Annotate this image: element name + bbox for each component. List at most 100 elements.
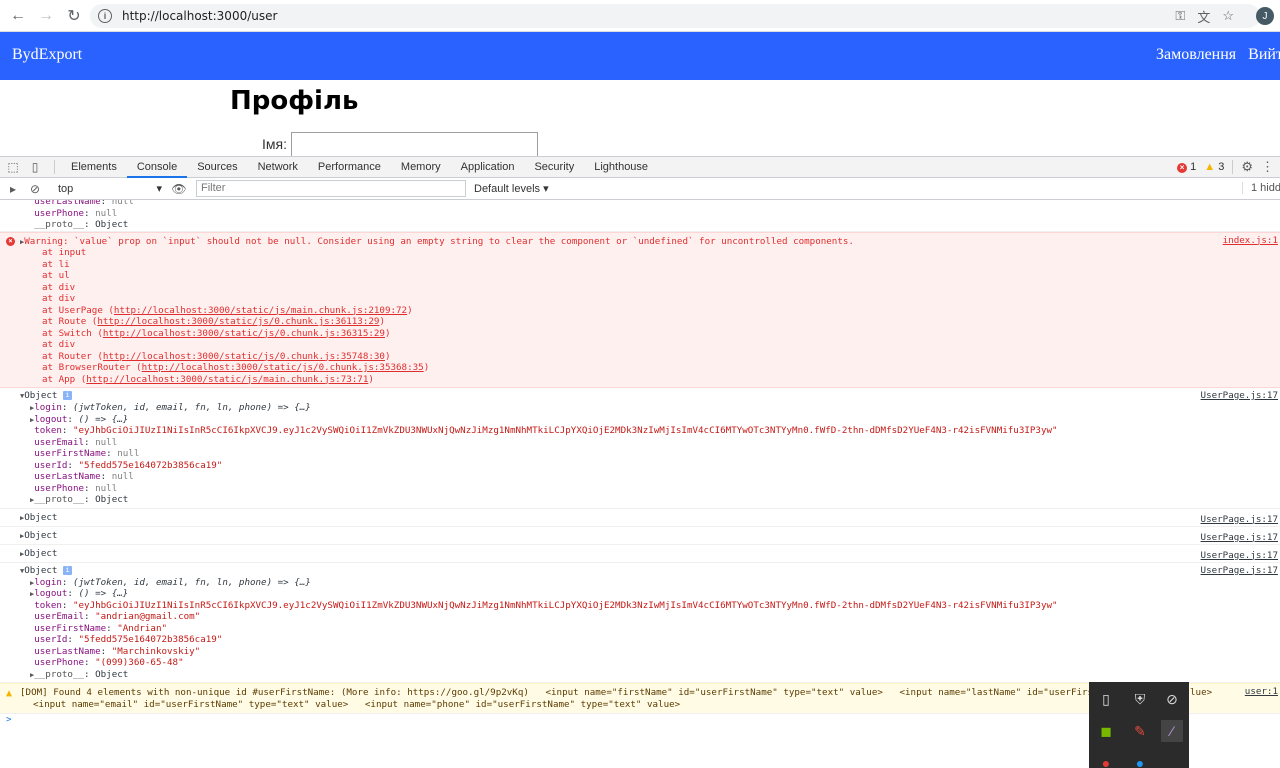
source-link[interactable]: index.js:1	[1223, 235, 1278, 246]
devtools-tab-memory[interactable]: Memory	[391, 157, 451, 178]
stack-frame-close: )	[384, 350, 391, 362]
object-property[interactable]: ▶__proto__: Object	[0, 669, 1280, 681]
property-key: userLastName	[34, 645, 101, 657]
log-object-collapsed[interactable]: ▶Object UserPage.js:17	[0, 527, 1280, 545]
sidebar-toggle-icon[interactable]: ▸	[4, 180, 22, 198]
object-property[interactable]: ▶login: (jwtToken, id, email, fn, ln, ph…	[0, 402, 1280, 414]
warning-icon: ▲	[1204, 161, 1216, 173]
device-toolbar-icon[interactable]: ▯	[26, 158, 44, 176]
source-link[interactable]: UserPage.js:17	[1201, 565, 1278, 576]
eye-icon[interactable]: 👁	[170, 180, 188, 198]
log-object-collapsed[interactable]: ▶Object UserPage.js:17	[0, 509, 1280, 527]
property-key: token	[34, 599, 62, 611]
property-key: logout	[34, 588, 68, 599]
log-object-expanded[interactable]: ▼Object i UserPage.js:17 ▶login: (jwtTok…	[0, 388, 1280, 509]
source-link[interactable]: user:1	[1245, 686, 1278, 697]
site-info-icon[interactable]: i	[98, 9, 112, 23]
source-link[interactable]: UserPage.js:17	[1201, 390, 1278, 401]
warning-message[interactable]: ▲ [DOM] Found 4 elements with non-unique…	[0, 683, 1280, 714]
devtools-tab-lighthouse[interactable]: Lighthouse	[584, 157, 658, 178]
devtools-tab-console[interactable]: Console	[126, 157, 188, 178]
devtools-tab-elements[interactable]: Elements	[61, 157, 127, 178]
forward-icon[interactable]: →	[32, 2, 60, 30]
property-colon: :	[61, 599, 73, 611]
usb-device-icon[interactable]: ▯	[1095, 688, 1117, 710]
inspect-element-icon[interactable]: ⬚	[4, 158, 22, 176]
stack-frame-link[interactable]: http://localhost:3000/static/js/0.chunk.…	[97, 316, 379, 327]
error-counter[interactable]: × 1	[1177, 161, 1196, 173]
devtools-tab-application[interactable]: Application	[451, 157, 525, 178]
property-colon: :	[67, 634, 79, 645]
object-property: userLastName: null	[0, 200, 1280, 208]
log-levels-select[interactable]: Default levels ▾	[474, 182, 549, 195]
key-icon[interactable]: ⚿	[1175, 8, 1185, 24]
chat-tray-icon[interactable]: ●	[1129, 752, 1151, 768]
stack-frame: at div	[0, 339, 1280, 351]
devtools-tab-performance[interactable]: Performance	[308, 157, 391, 178]
log-object-expanded[interactable]: ▼Object i UserPage.js:17 ▶login: (jwtTok…	[0, 563, 1280, 683]
back-icon[interactable]: ←	[4, 2, 32, 30]
nav-orders-link[interactable]: Замовлення	[1156, 46, 1236, 63]
stack-frame-close: )	[384, 327, 391, 339]
profile-avatar[interactable]: J	[1256, 7, 1274, 25]
divider	[1232, 160, 1234, 174]
stack-frame-link[interactable]: http://localhost:3000/static/js/0.chunk.…	[103, 328, 385, 339]
property-colon: :	[84, 207, 96, 219]
object-property: userId: "5fedd575e164072b3856ca19"	[0, 460, 1280, 472]
stack-frame-link[interactable]: http://localhost:3000/static/js/0.chunk.…	[103, 351, 385, 362]
object-property[interactable]: ▶login: (jwtToken, id, email, fn, ln, ph…	[0, 577, 1280, 589]
property-colon: :	[67, 588, 79, 599]
app-tray-icon[interactable]: ✎	[1129, 720, 1151, 742]
security-shield-icon[interactable]: ⛨	[1129, 688, 1151, 710]
property-value: Object	[95, 668, 129, 680]
stack-frame-text: at Route (	[42, 316, 98, 327]
reload-icon[interactable]: ↻	[60, 2, 88, 30]
address-bar[interactable]: i http://localhost:3000/user ⚿ 文 ☆	[90, 4, 1260, 28]
warning-text-line1: [DOM] Found 4 elements with non-unique i…	[20, 687, 1100, 698]
settings-gear-icon[interactable]: ⚙	[1241, 159, 1253, 175]
stack-frame-close: )	[368, 373, 374, 385]
console-filter-input[interactable]: Filter	[196, 180, 466, 197]
stack-frame-link[interactable]: http://localhost:3000/static/js/main.chu…	[114, 305, 407, 316]
object-property[interactable]: ▶logout: () => {…}	[0, 588, 1280, 600]
devtools-tab-network[interactable]: Network	[248, 157, 308, 178]
brand-link[interactable]: BydExport	[12, 46, 82, 64]
warning-counter[interactable]: ▲ 3	[1204, 161, 1224, 173]
name-input[interactable]	[291, 132, 538, 156]
devtools-tab-sources[interactable]: Sources	[187, 157, 247, 178]
stack-frame-link[interactable]: http://localhost:3000/static/js/main.chu…	[86, 374, 368, 385]
context-select[interactable]: top ▾	[54, 181, 166, 197]
devtools-tab-security[interactable]: Security	[524, 157, 584, 178]
chrome-tray-icon[interactable]: ●	[1095, 752, 1117, 768]
property-colon: :	[84, 657, 96, 668]
app-navbar: BydExport Замовлення Вийти	[0, 32, 1280, 80]
stack-frame-text: at div	[42, 281, 76, 293]
nav-logout-link[interactable]: Вийти	[1248, 46, 1280, 63]
object-property: userLastName: null	[0, 471, 1280, 483]
log-object-collapsed[interactable]: ▶Object UserPage.js:17	[0, 545, 1280, 563]
info-icon: i	[62, 391, 72, 400]
pen-tray-icon[interactable]: ∕	[1161, 720, 1183, 742]
warning-icon: ▲	[6, 688, 13, 699]
stack-frame-text: at input	[42, 247, 87, 258]
object-property: userEmail: null	[0, 437, 1280, 449]
property-value: "5fedd575e164072b3856ca19"	[78, 459, 223, 471]
object-property[interactable]: ▶logout: () => {…}	[0, 414, 1280, 426]
error-message[interactable]: × ▶Warning: `value` prop on `input` shou…	[0, 231, 1280, 388]
translate-icon[interactable]: 文	[1197, 7, 1210, 26]
object-property: __proto__: Object	[0, 219, 1280, 231]
nav-links: Замовлення Вийти	[1156, 46, 1280, 64]
network-off-icon[interactable]: ⊘	[1161, 688, 1183, 710]
bookmark-star-icon[interactable]: ☆	[1222, 8, 1234, 24]
object-property[interactable]: ▶__proto__: Object	[0, 494, 1280, 506]
more-options-icon[interactable]: ⋮	[1261, 159, 1274, 175]
nvidia-icon[interactable]: ◼	[1095, 720, 1117, 742]
clear-console-icon[interactable]: ⊘	[26, 180, 44, 198]
console-prompt[interactable]: >	[0, 714, 1280, 726]
property-value: Object	[95, 219, 129, 230]
property-value: null	[111, 471, 134, 482]
stack-frame-link[interactable]: http://localhost:3000/static/js/0.chunk.…	[142, 362, 424, 373]
log-levels-value: Default levels	[474, 183, 541, 195]
warning-text-tail: lue>	[1190, 687, 1213, 698]
property-key: userFirstName	[34, 448, 107, 459]
